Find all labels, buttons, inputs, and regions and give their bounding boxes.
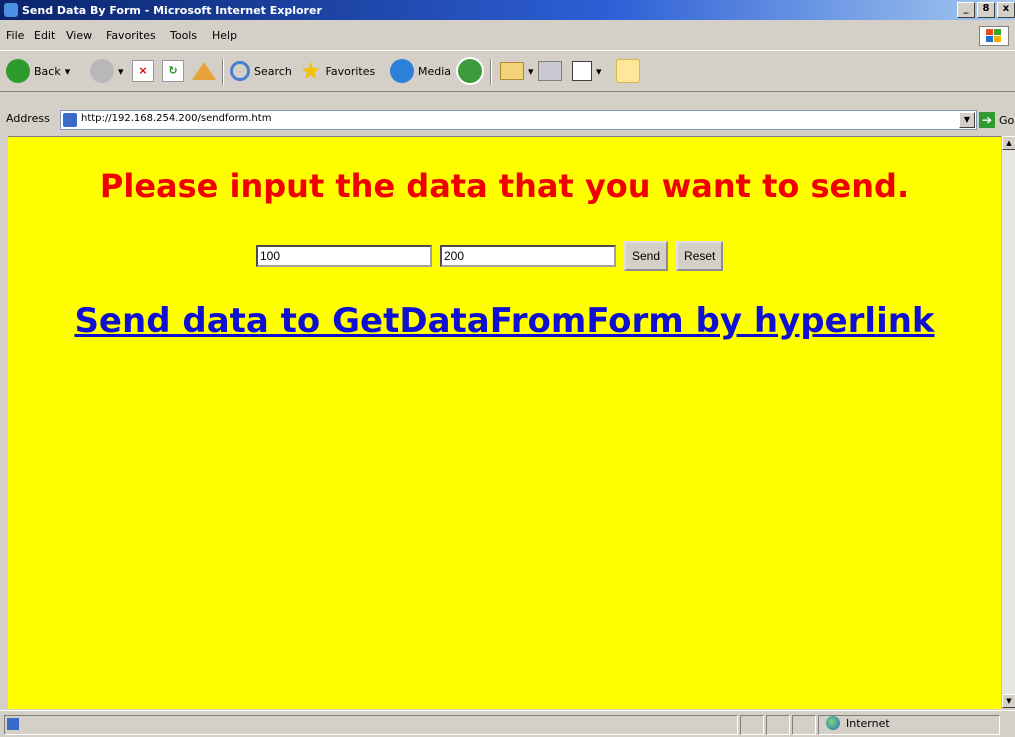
scroll-down-icon[interactable]: ▼ xyxy=(1002,694,1015,708)
page-viewport: Please input the data that you want to s… xyxy=(8,136,1001,709)
vertical-scrollbar[interactable]: ▲ ▼ xyxy=(1001,136,1015,708)
refresh-icon: ↻ xyxy=(162,60,184,82)
status-page-icon xyxy=(7,718,19,730)
menu-tools[interactable]: Tools xyxy=(170,29,197,42)
history-button[interactable] xyxy=(456,57,484,85)
data-field-1[interactable] xyxy=(256,245,432,267)
back-arrow-icon xyxy=(6,59,30,83)
search-button[interactable]: Search xyxy=(230,57,292,85)
go-label: Go xyxy=(999,113,1015,127)
send-button[interactable]: Send xyxy=(624,241,669,271)
menu-favorites[interactable]: Favorites xyxy=(106,29,156,42)
send-form: Send Reset xyxy=(256,241,724,271)
favorites-button[interactable]: ★ Favorites xyxy=(300,57,375,85)
messenger-button[interactable] xyxy=(616,57,640,85)
media-label: Media xyxy=(418,64,452,78)
status-bar: Internet xyxy=(0,710,1015,737)
status-text-pane xyxy=(4,715,738,735)
stop-icon: × xyxy=(132,60,154,82)
zone-label: Internet xyxy=(846,716,890,730)
reset-button[interactable]: Reset xyxy=(676,241,724,271)
menu-file[interactable]: File xyxy=(6,29,24,42)
window-title-bar[interactable]: Send Data By Form - Microsoft Internet E… xyxy=(0,0,1015,20)
edit-icon xyxy=(572,61,592,81)
security-zone: Internet xyxy=(826,716,890,730)
status-pane xyxy=(740,715,764,735)
status-pane xyxy=(792,715,816,735)
edit-dropdown-icon[interactable]: ▾ xyxy=(596,65,602,78)
internet-globe-icon xyxy=(826,716,840,730)
print-icon xyxy=(538,61,562,81)
back-button[interactable]: Back ▾ xyxy=(6,57,70,85)
address-bar: Address http://192.168.254.200/sendform.… xyxy=(0,92,1015,132)
media-icon xyxy=(390,59,414,83)
history-icon xyxy=(456,57,484,85)
forward-button[interactable]: ▾ xyxy=(90,57,124,85)
window-controls: _ 8 x xyxy=(957,2,1015,18)
page-heading: Please input the data that you want to s… xyxy=(99,167,910,205)
menu-help[interactable]: Help xyxy=(212,29,237,42)
home-icon xyxy=(192,62,216,80)
forward-dropdown-icon[interactable]: ▾ xyxy=(118,65,124,78)
maximize-button[interactable]: 8 xyxy=(977,2,995,18)
menu-edit[interactable]: Edit xyxy=(34,29,55,42)
toolbar-separator xyxy=(222,59,224,85)
favorites-star-icon: ★ xyxy=(300,57,322,85)
data-field-2[interactable] xyxy=(440,245,616,267)
address-input[interactable]: http://192.168.254.200/sendform.htm ▼ xyxy=(60,110,977,130)
home-button[interactable] xyxy=(192,57,216,85)
search-label: Search xyxy=(254,64,292,78)
go-button[interactable]: ➔ Go xyxy=(979,110,1014,130)
notes-icon xyxy=(616,59,640,83)
close-button[interactable]: x xyxy=(997,2,1015,18)
search-icon xyxy=(230,61,250,81)
toolbar-separator xyxy=(490,59,492,85)
media-button[interactable]: Media xyxy=(390,57,451,85)
hyperlink-send-data[interactable]: Send data to GetDataFromForm by hyperlin… xyxy=(8,301,1001,341)
scroll-up-icon[interactable]: ▲ xyxy=(1002,136,1015,150)
go-arrow-icon: ➔ xyxy=(979,112,995,128)
back-dropdown-icon[interactable]: ▾ xyxy=(65,65,71,78)
status-pane xyxy=(766,715,790,735)
ie-app-icon xyxy=(4,3,18,17)
print-button[interactable] xyxy=(538,57,562,85)
window-title: Send Data By Form - Microsoft Internet E… xyxy=(22,4,322,17)
favorites-label: Favorites xyxy=(325,64,376,78)
edit-button[interactable]: ▾ xyxy=(572,57,602,85)
windows-logo-icon xyxy=(979,26,1009,46)
page-favicon-icon xyxy=(63,113,77,127)
menu-bar: File Edit View Favorites Tools Help xyxy=(0,24,1015,46)
standard-toolbar: Back ▾ ▾ × ↻ Search ★ Favorites Media ▾ … xyxy=(0,50,1015,92)
mail-icon xyxy=(500,62,524,80)
menu-view[interactable]: View xyxy=(66,29,92,42)
back-label: Back xyxy=(34,64,61,78)
address-label: Address xyxy=(6,112,50,125)
refresh-button[interactable]: ↻ xyxy=(162,57,184,85)
stop-button[interactable]: × xyxy=(132,57,154,85)
address-dropdown-icon[interactable]: ▼ xyxy=(959,112,975,128)
address-url: http://192.168.254.200/sendform.htm xyxy=(81,113,272,124)
mail-dropdown-icon[interactable]: ▾ xyxy=(528,65,534,78)
minimize-button[interactable]: _ xyxy=(957,2,975,18)
forward-arrow-icon xyxy=(90,59,114,83)
mail-button[interactable]: ▾ xyxy=(500,57,534,85)
